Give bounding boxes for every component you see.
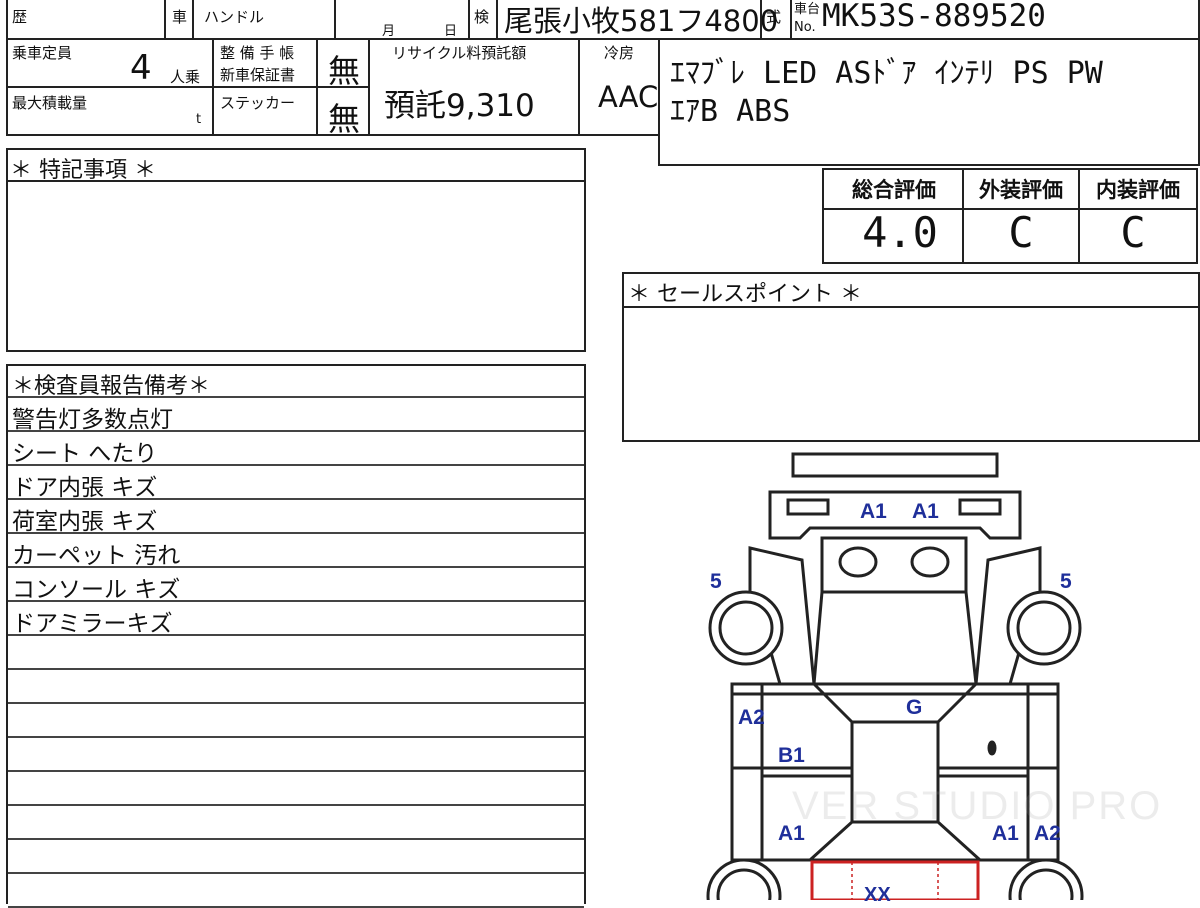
- cooler-value: AAC: [598, 80, 659, 114]
- mark-left-front-fender: A2: [738, 706, 765, 729]
- list-item: [8, 874, 584, 908]
- maintenance-label-1: 整 備 手 帳: [220, 44, 295, 62]
- mark-windshield: G: [906, 696, 923, 719]
- sticker-label: ステッカー: [220, 94, 296, 112]
- list-item: [8, 772, 584, 806]
- list-item: ドア内張 キズ: [8, 466, 584, 501]
- list-item: [8, 738, 584, 772]
- list-item: 警告灯多数点灯: [8, 398, 584, 433]
- overall-rating-label: 総合評価: [852, 178, 936, 202]
- report-title-row: ＊検査員報告備考＊: [8, 364, 584, 399]
- list-item: [8, 670, 584, 704]
- handle-label: ハンドル: [204, 8, 265, 26]
- type-label: 式: [766, 8, 782, 26]
- report-item-text: カーペット 汚れ: [12, 543, 181, 569]
- mark-front-bumper-right: A1: [912, 500, 939, 523]
- special-notes-title: ＊ 特記事項 ＊: [10, 158, 156, 183]
- interior-rating-label: 内装評価: [1096, 178, 1180, 202]
- inspector-report-title: ＊検査員報告備考＊: [12, 374, 211, 399]
- exterior-rating-label: 外装評価: [979, 178, 1063, 202]
- report-item-text: 警告灯多数点灯: [12, 407, 173, 433]
- divider: [334, 0, 336, 40]
- maintenance-value: 無: [328, 52, 361, 90]
- list-item: カーペット 汚れ: [8, 534, 584, 569]
- list-item: [8, 704, 584, 738]
- overall-rating-value: 4.0: [862, 208, 938, 257]
- fuel-lid: [987, 740, 997, 756]
- chassis-label-bottom: No.: [794, 20, 816, 35]
- report-item-text: ドア内張 キズ: [12, 475, 158, 501]
- registration-number: 尾張小牧581フ4800: [504, 4, 779, 38]
- interior-rating-value: C: [1120, 208, 1146, 257]
- capacity-label: 乗車定員: [12, 44, 73, 62]
- list-item: [8, 840, 584, 874]
- divider: [316, 40, 318, 134]
- divider: [790, 0, 792, 40]
- list-item: シート へたり: [8, 432, 584, 467]
- report-item-text: コンソール キズ: [12, 577, 181, 603]
- equipment-line-2: ｴｱB ABS: [670, 94, 791, 129]
- mark-rear-area: XX: [864, 884, 891, 906]
- report-item-text: 荷室内張 キズ: [12, 509, 158, 535]
- mark-front-left-wheel: 5: [710, 570, 722, 593]
- capacity-value: 4: [130, 48, 152, 88]
- list-item: [8, 636, 584, 670]
- cooler-label: 冷房: [604, 44, 635, 62]
- list-item: ドアミラーキズ: [8, 602, 584, 637]
- divider: [578, 40, 580, 134]
- history-label: 歴: [12, 8, 28, 26]
- divider: [212, 40, 214, 134]
- exterior-rating-value: C: [1008, 208, 1034, 257]
- divider: [368, 40, 370, 134]
- recycle-value: 預託9,310: [384, 88, 535, 124]
- divider: [468, 0, 470, 40]
- list-item: [8, 806, 584, 840]
- divider: [192, 0, 194, 40]
- chassis-number: MK53S-889520: [822, 0, 1046, 34]
- report-item-text: シート へたり: [12, 441, 158, 467]
- left-headlight: [786, 498, 830, 516]
- month-label: 月: [382, 24, 396, 39]
- divider: [164, 0, 166, 40]
- inspector-report-list: ＊検査員報告備考＊ 警告灯多数点灯 シート へたり ドア内張 キズ 荷室内張 キ…: [0, 364, 584, 908]
- capacity-unit: 人乗: [170, 68, 201, 86]
- front-bumper-bar: [791, 452, 999, 478]
- watermark: VER STUDIO PRO: [792, 784, 1163, 828]
- max-load-label: 最大積載量: [12, 94, 88, 112]
- max-load-unit: t: [196, 112, 202, 127]
- divider: [496, 0, 498, 40]
- inspection-label: 検: [474, 8, 490, 26]
- sticker-value: 無: [328, 100, 361, 138]
- sales-points-title: ＊ セールスポイント ＊: [628, 282, 862, 307]
- left-lamp: [838, 546, 878, 578]
- chassis-label-top: 車台: [794, 2, 821, 17]
- right-headlight: [958, 498, 1002, 516]
- recycle-label: リサイクル料預託額: [392, 44, 527, 62]
- mark-left-front-door: B1: [778, 744, 805, 767]
- day-label: 日: [444, 24, 458, 39]
- car-label: 車: [172, 8, 188, 26]
- report-item-text: ドアミラーキズ: [12, 611, 173, 637]
- list-item: 荷室内張 キズ: [8, 500, 584, 535]
- rear-highlight: [810, 860, 980, 900]
- right-lamp: [910, 546, 950, 578]
- maintenance-label-2: 新車保証書: [220, 66, 296, 84]
- list-item: コンソール キズ: [8, 568, 584, 603]
- mark-front-right-wheel: 5: [1060, 570, 1072, 593]
- mark-front-bumper-left: A1: [860, 500, 887, 523]
